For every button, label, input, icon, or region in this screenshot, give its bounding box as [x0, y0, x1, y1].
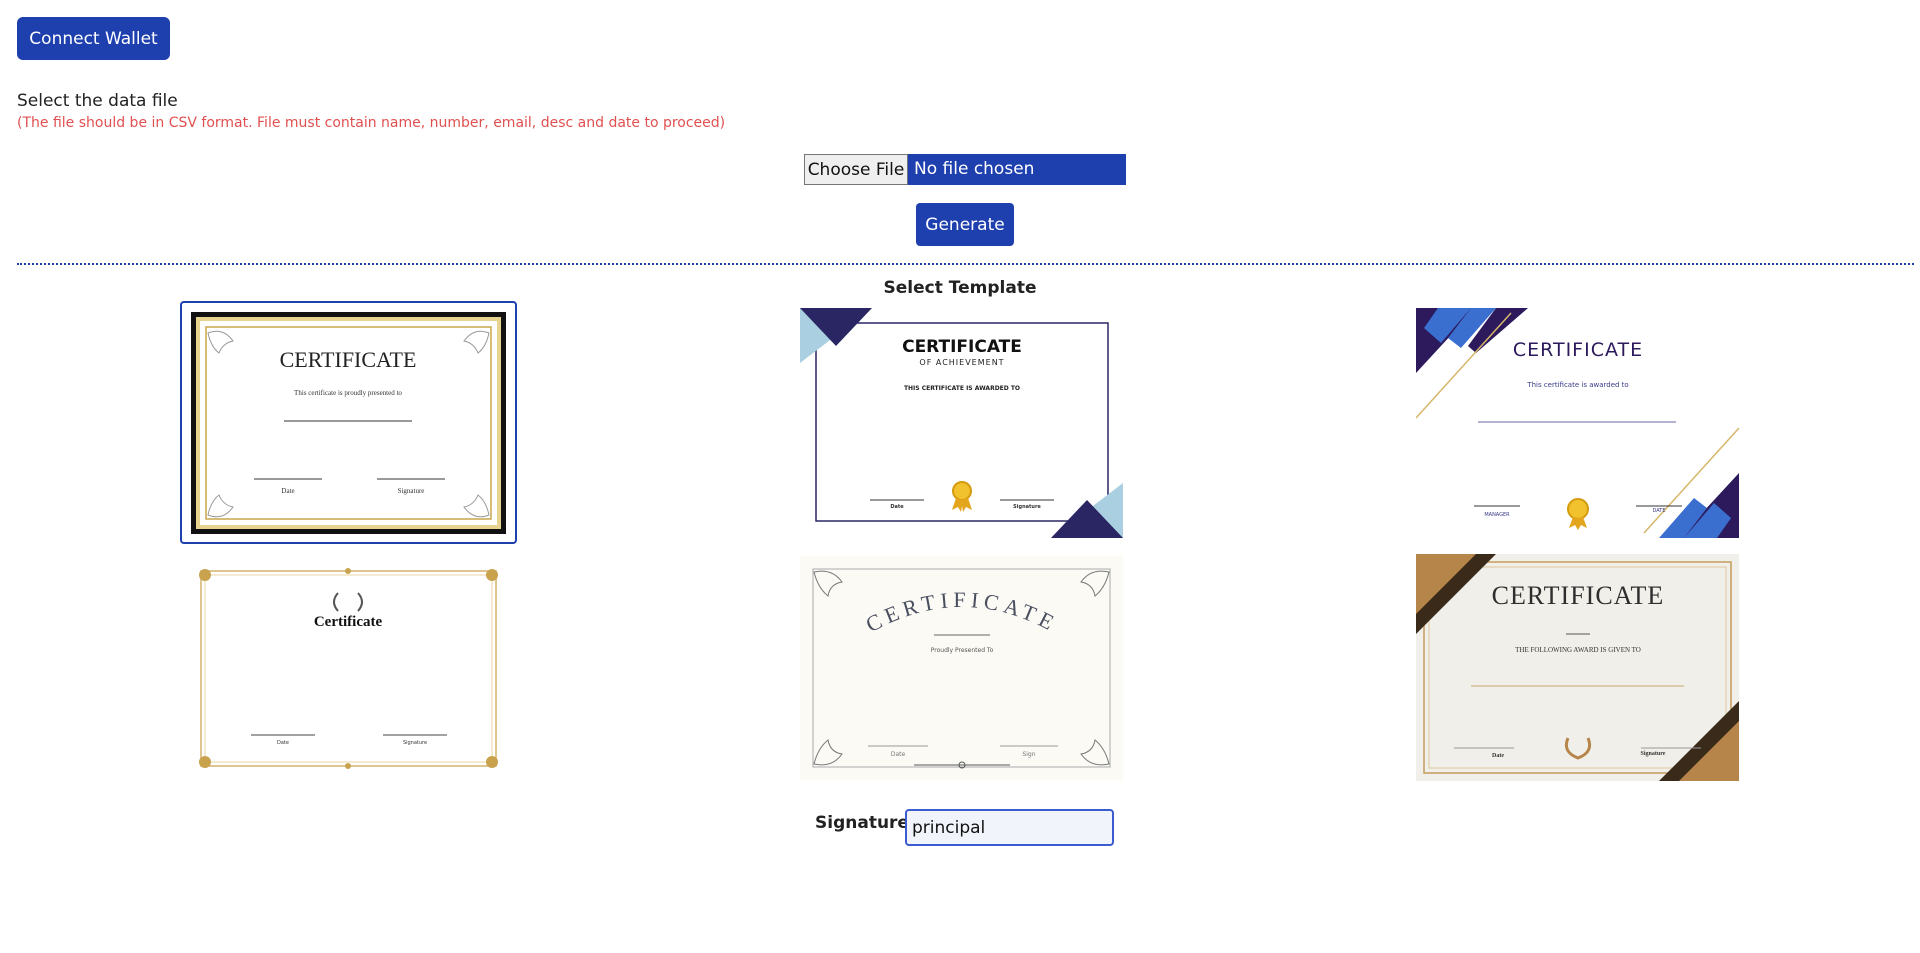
svg-text:Signature: Signature: [403, 740, 427, 746]
template-2-title: CERTIFICATE: [902, 337, 1022, 357]
svg-text:Date: Date: [890, 504, 904, 510]
template-1-title: CERTIFICATE: [280, 347, 417, 372]
template-3-preview: CERTIFICATE This certificate is awarded …: [1416, 308, 1739, 538]
template-6-title: CERTIFICATE: [1492, 581, 1665, 610]
template-card-1[interactable]: CERTIFICATE This certificate is proudly …: [180, 301, 517, 544]
svg-text:THE FOLLOWING AWARD IS GIVEN T: THE FOLLOWING AWARD IS GIVEN TO: [1515, 646, 1641, 654]
template-4-preview: Certificate Date Signature: [193, 563, 504, 774]
svg-text:MANAGER: MANAGER: [1484, 512, 1510, 518]
section-divider: [17, 263, 1914, 265]
svg-text:Date: Date: [281, 487, 294, 495]
svg-text:THIS CERTIFICATE IS AWARDED TO: THIS CERTIFICATE IS AWARDED TO: [904, 385, 1020, 392]
template-4-title: Certificate: [314, 614, 383, 630]
template-card-5[interactable]: CERTIFICATE Proudly Presented To Date Si…: [800, 556, 1123, 780]
file-input[interactable]: Choose File No file chosen: [804, 154, 1126, 185]
template-card-4[interactable]: Certificate Date Signature: [193, 563, 504, 774]
template-card-3[interactable]: CERTIFICATE This certificate is awarded …: [1416, 308, 1739, 538]
template-1-line: This certificate is proudly presented to: [294, 389, 402, 397]
template-card-6[interactable]: CERTIFICATE THE FOLLOWING AWARD IS GIVEN…: [1416, 554, 1739, 781]
template-2-preview: CERTIFICATE OF ACHIEVEMENT THIS CERTIFIC…: [800, 308, 1123, 538]
data-file-label: Select the data file: [17, 91, 178, 111]
svg-text:Date: Date: [277, 740, 289, 746]
svg-text:Signature: Signature: [1013, 504, 1041, 510]
select-template-heading: Select Template: [883, 278, 1037, 298]
signature-label: Signature:: [815, 813, 916, 833]
svg-text:Proudly Presented To: Proudly Presented To: [931, 647, 994, 654]
template-5-preview: CERTIFICATE Proudly Presented To Date Si…: [800, 556, 1123, 780]
svg-text:This certificate is awarded to: This certificate is awarded to: [1526, 381, 1628, 389]
template-6-preview: CERTIFICATE THE FOLLOWING AWARD IS GIVEN…: [1416, 554, 1739, 781]
svg-text:DATE: DATE: [1652, 508, 1665, 514]
choose-file-button[interactable]: Choose File: [804, 154, 908, 185]
svg-text:Date: Date: [891, 751, 906, 758]
svg-text:Date: Date: [1492, 753, 1504, 759]
connect-wallet-button[interactable]: Connect Wallet: [17, 17, 170, 60]
template-card-2[interactable]: CERTIFICATE OF ACHIEVEMENT THIS CERTIFIC…: [800, 308, 1123, 538]
svg-text:Signature: Signature: [398, 487, 425, 495]
svg-text:Sign: Sign: [1022, 751, 1035, 758]
file-status-text: No file chosen: [908, 154, 1126, 185]
template-3-title: CERTIFICATE: [1513, 339, 1643, 361]
signature-input[interactable]: [905, 809, 1114, 846]
generate-button[interactable]: Generate: [916, 203, 1014, 246]
svg-text:OF ACHIEVEMENT: OF ACHIEVEMENT: [919, 358, 1004, 367]
template-1-preview: CERTIFICATE This certificate is proudly …: [191, 312, 506, 534]
svg-text:Signature: Signature: [1641, 751, 1666, 757]
data-file-hint: (The file should be in CSV format. File …: [17, 115, 726, 131]
